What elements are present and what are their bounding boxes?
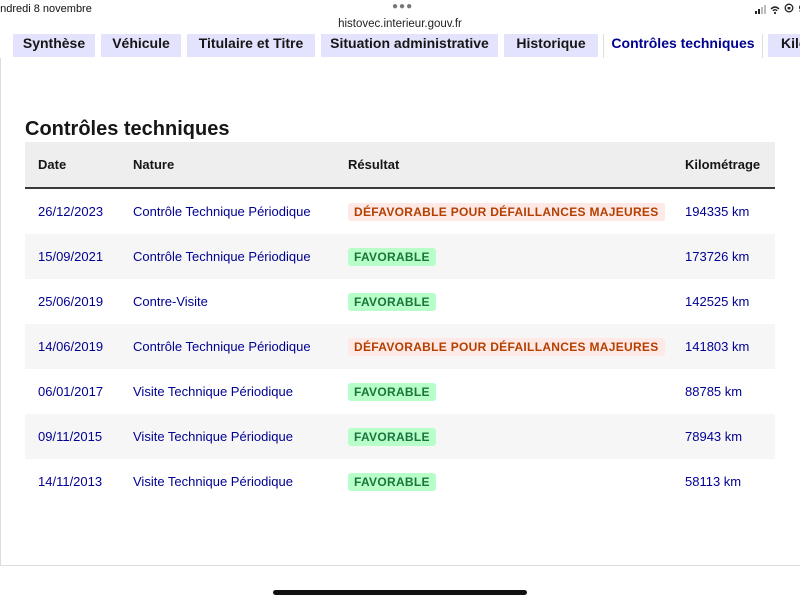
column-header-nature: Nature [120,142,335,189]
cell-resultat: FAVORABLE [335,369,672,414]
signal-icon [755,5,767,14]
status-icons: 9 [755,3,800,16]
status-badge: FAVORABLE [348,247,436,266]
column-header-date: Date [25,142,120,189]
tab-vehicule[interactable]: Véhicule [101,34,181,57]
rotation-lock-icon [784,3,794,16]
cell-date: 14/11/2013 [25,459,120,504]
cell-kilometrage: 142525 km [672,279,775,324]
cell-kilometrage: 141803 km [672,324,775,369]
column-header-kilometrage: Kilométrage [672,142,775,189]
status-badge: DÉFAVORABLE POUR DÉFAILLANCES MAJEURES [348,337,665,356]
status-badge: FAVORABLE [348,427,436,446]
wifi-icon [770,5,780,15]
table-header-row: Date Nature Résultat Kilométrage [25,142,775,189]
cell-date: 15/09/2021 [25,234,120,279]
tab-kilometrage[interactable]: Kilo [768,34,800,57]
cell-resultat: DÉFAVORABLE POUR DÉFAILLANCES MAJEURES [335,188,672,234]
table-row: 06/01/2017 Visite Technique Périodique F… [25,369,775,414]
table-row: 26/12/2023 Contrôle Technique Périodique… [25,188,775,234]
cell-date: 25/06/2019 [25,279,120,324]
cell-resultat: FAVORABLE [335,279,672,324]
page-title: Contrôles techniques [25,118,230,140]
status-badge: FAVORABLE [348,292,436,311]
cell-nature: Contrôle Technique Périodique [120,324,335,369]
cell-kilometrage: 173726 km [672,234,775,279]
cell-kilometrage: 194335 km [672,188,775,234]
cell-nature: Contrôle Technique Périodique [120,188,335,234]
cell-nature: Contrôle Technique Périodique [120,234,335,279]
column-header-resultat: Résultat [335,142,672,189]
tab-situation-administrative[interactable]: Situation administrative [321,34,498,57]
status-badge: FAVORABLE [348,472,436,491]
cell-date: 09/11/2015 [25,414,120,459]
cell-kilometrage: 88785 km [672,369,775,414]
cell-resultat: DÉFAVORABLE POUR DÉFAILLANCES MAJEURES [335,324,672,369]
cell-date: 14/06/2019 [25,324,120,369]
cell-kilometrage: 58113 km [672,459,775,504]
cell-date: 26/12/2023 [25,188,120,234]
home-indicator[interactable] [273,590,527,595]
cell-nature: Visite Technique Périodique [120,414,335,459]
status-badge: DÉFAVORABLE POUR DÉFAILLANCES MAJEURES [348,202,665,221]
status-time: endredi 8 novembre [0,3,92,15]
tab-titulaire-et-titre[interactable]: Titulaire et Titre [187,34,315,57]
more-dots-icon[interactable]: ●●● [392,1,413,12]
cell-nature: Visite Technique Périodique [120,459,335,504]
controles-table: Date Nature Résultat Kilométrage 26/12/2… [25,142,775,504]
status-bar: endredi 8 novembre ●●● histovec.interieu… [0,0,800,34]
table-row: 15/09/2021 Contrôle Technique Périodique… [25,234,775,279]
cell-nature: Contre-Visite [120,279,335,324]
table-row: 25/06/2019 Contre-Visite FAVORABLE 14252… [25,279,775,324]
table-row: 14/11/2013 Visite Technique Périodique F… [25,459,775,504]
table-row: 14/06/2019 Contrôle Technique Périodique… [25,324,775,369]
status-badge: FAVORABLE [348,382,436,401]
url-bar[interactable]: histovec.interieur.gouv.fr [0,18,800,30]
tab-historique[interactable]: Historique [504,34,598,57]
cell-nature: Visite Technique Périodique [120,369,335,414]
tab-synthese[interactable]: Synthèse [13,34,95,57]
tab-controles-techniques[interactable]: Contrôles techniques [603,34,763,59]
table-row: 09/11/2015 Visite Technique Périodique F… [25,414,775,459]
tab-bar: Synthèse Véhicule Titulaire et Titre Sit… [0,34,800,59]
cell-resultat: FAVORABLE [335,459,672,504]
cell-kilometrage: 78943 km [672,414,775,459]
cell-resultat: FAVORABLE [335,414,672,459]
cell-date: 06/01/2017 [25,369,120,414]
cell-resultat: FAVORABLE [335,234,672,279]
